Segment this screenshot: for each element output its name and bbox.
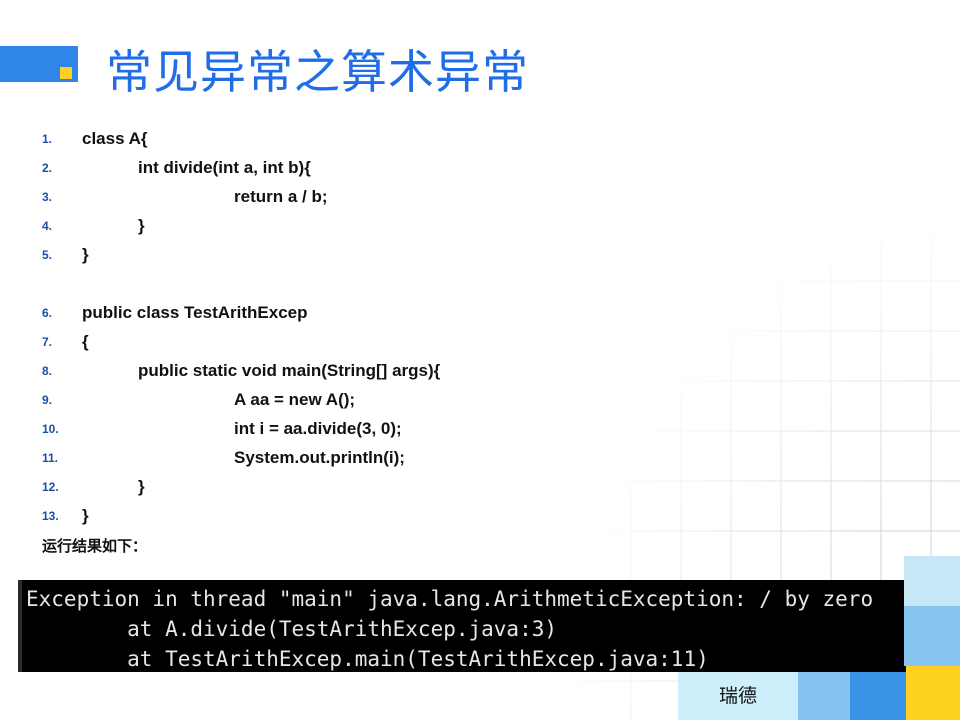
console-line: Exception in thread "main" java.lang.Ari… <box>26 587 874 611</box>
code-text: { <box>82 332 89 351</box>
code-text: int divide(int a, int b){ <box>138 158 311 177</box>
line-number: 8. <box>42 364 53 378</box>
console-line: at A.divide(TestArithExcep.java:3) <box>26 617 558 641</box>
slide-title: 常见异常之算术异常 <box>106 45 529 99</box>
code-text: int i = aa.divide(3, 0); <box>234 419 402 438</box>
code-text: } <box>138 216 145 235</box>
line-number: 7. <box>42 335 53 349</box>
code-text: } <box>82 506 89 525</box>
line-number: 13. <box>42 509 59 523</box>
line-number: 10. <box>42 422 59 436</box>
line-number: 9. <box>42 393 53 407</box>
console-output: Exception in thread "main" java.lang.Ari… <box>18 580 916 672</box>
decor-tile <box>850 672 906 720</box>
code-text: A aa = new A(); <box>234 390 356 409</box>
console-line: at TestArithExcep.main(TestArithExcep.ja… <box>26 647 709 671</box>
decor-tile <box>798 672 850 720</box>
line-number: 11. <box>42 451 59 465</box>
code-text: public static void main(String[] args){ <box>138 361 441 380</box>
line-number: 3. <box>42 190 53 204</box>
code-text: return a / b; <box>234 187 328 206</box>
code-text: } <box>82 245 89 264</box>
line-number: 4. <box>42 219 53 233</box>
line-number: 2. <box>42 161 53 175</box>
decor-tile <box>906 666 960 720</box>
decor-tile <box>904 556 960 606</box>
footer-label: 瑞德 <box>718 685 757 707</box>
code-text: class A{ <box>82 129 148 148</box>
line-number: 1. <box>42 132 53 146</box>
code-text: } <box>138 477 145 496</box>
code-text: System.out.println(i); <box>234 448 405 467</box>
title-accent-square <box>60 67 72 79</box>
line-number: 5. <box>42 248 53 262</box>
code-text: public class TestArithExcep <box>82 303 308 322</box>
line-number: 12. <box>42 480 59 494</box>
result-label: 运行结果如下： <box>42 538 148 555</box>
decor-tile <box>904 606 960 666</box>
line-number: 6. <box>42 306 53 320</box>
